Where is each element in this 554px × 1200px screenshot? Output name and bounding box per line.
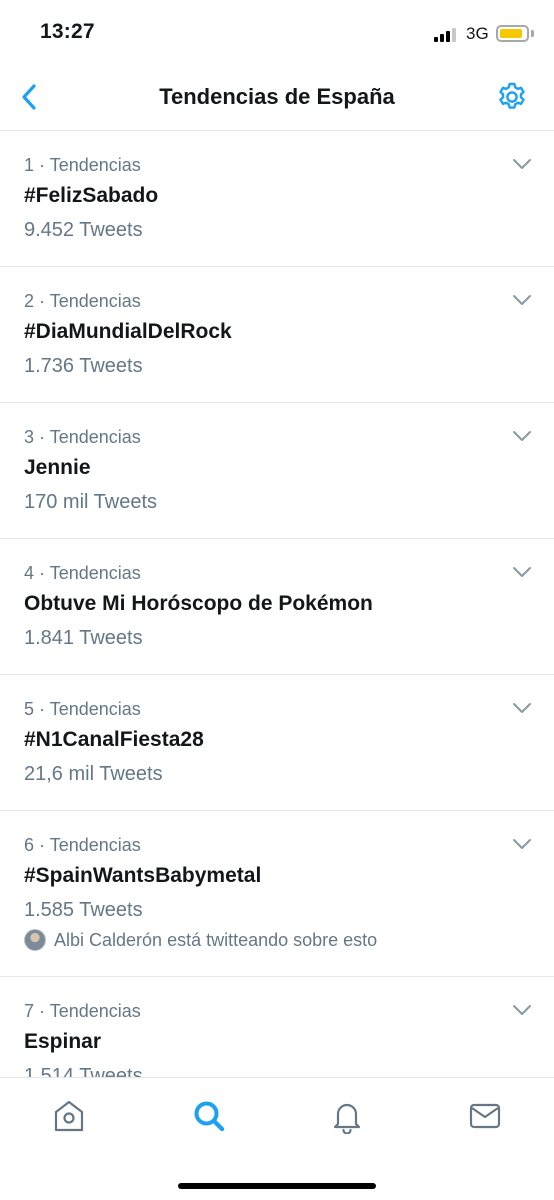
trend-meta: 4 · Tendencias [24, 561, 530, 585]
trend-meta: 7 · Tendencias [24, 999, 530, 1023]
trend-rank: 2 [24, 291, 35, 311]
battery-cap [531, 30, 534, 37]
trend-separator: · [39, 427, 46, 447]
chevron-down-icon[interactable] [512, 1003, 532, 1017]
trend-rank: 1 [24, 155, 35, 175]
trend-separator: · [39, 563, 46, 583]
screen: 13:27 3G Tendencias de España 1 · Tenden… [0, 0, 554, 1200]
trend-rank: 4 [24, 563, 35, 583]
trend-rank: 6 [24, 835, 35, 855]
trend-item[interactable]: 1 · Tendencias #FelizSabado 9.452 Tweets [0, 131, 554, 267]
tab-messages[interactable] [465, 1096, 505, 1136]
trend-name: #FelizSabado [24, 184, 159, 207]
trend-meta: 2 · Tendencias [24, 289, 530, 313]
trend-tweet-count: 1.841 Tweets [24, 627, 143, 649]
trend-name: #N1CanalFiesta28 [24, 728, 204, 751]
trend-rank: 3 [24, 427, 35, 447]
tab-search[interactable] [189, 1096, 229, 1136]
trend-category: Tendencias [49, 699, 141, 719]
trend-separator: · [39, 699, 46, 719]
trend-tweet-count: 170 mil Tweets [24, 491, 158, 513]
home-icon [54, 1100, 84, 1132]
chevron-down-icon[interactable] [512, 293, 532, 307]
network-type: 3G [466, 24, 489, 43]
trend-category: Tendencias [49, 563, 141, 583]
mail-icon [469, 1103, 501, 1129]
trend-meta: 5 · Tendencias [24, 697, 530, 721]
trend-item[interactable]: 6 · Tendencias #SpainWantsBabymetal 1.58… [0, 811, 554, 977]
trend-item[interactable]: 2 · Tendencias #DiaMundialDelRock 1.736 … [0, 267, 554, 403]
trend-meta: 6 · Tendencias [24, 833, 530, 857]
battery-icon [496, 25, 529, 42]
trend-tweet-count: 9.452 Tweets [24, 219, 143, 241]
chevron-down-icon[interactable] [512, 565, 532, 579]
search-icon [194, 1101, 225, 1132]
status-time: 13:27 [40, 20, 95, 43]
trend-category: Tendencias [49, 1001, 141, 1021]
trend-separator: · [39, 291, 46, 311]
trend-meta: 1 · Tendencias [24, 153, 530, 177]
home-indicator[interactable] [178, 1183, 376, 1189]
trend-category: Tendencias [49, 835, 141, 855]
trend-item[interactable]: 4 · Tendencias Obtuve Mi Horóscopo de Po… [0, 539, 554, 675]
avatar [24, 929, 46, 951]
trend-tweet-count: 1.585 Tweets [24, 899, 143, 921]
trend-category: Tendencias [49, 427, 141, 447]
trend-rank: 7 [24, 1001, 35, 1021]
trend-category: Tendencias [49, 155, 141, 175]
chevron-down-icon[interactable] [512, 701, 532, 715]
tab-bar [0, 1077, 554, 1200]
trend-item[interactable]: 3 · Tendencias Jennie 170 mil Tweets [0, 403, 554, 539]
trend-list: 1 · Tendencias #FelizSabado 9.452 Tweets… [0, 131, 554, 1077]
tab-notifications[interactable] [327, 1096, 367, 1136]
trend-rank: 5 [24, 699, 35, 719]
trend-item[interactable]: 7 · Tendencias Espinar 1.514 Tweets [0, 977, 554, 1077]
trend-name: Obtuve Mi Horóscopo de Pokémon [24, 592, 373, 615]
trend-name: #SpainWantsBabymetal [24, 864, 262, 887]
trend-tweet-count: 1.736 Tweets [24, 355, 143, 377]
status-bar: 13:27 3G [0, 0, 554, 66]
tab-home[interactable] [49, 1096, 89, 1136]
trend-separator: · [39, 1001, 46, 1021]
trend-context-text: Albi Calderón está twitteando sobre esto [54, 930, 378, 950]
settings-button[interactable] [494, 79, 530, 115]
trend-context: Albi Calderón está twitteando sobre esto [24, 929, 530, 951]
trend-name: Espinar [24, 1030, 102, 1053]
chevron-down-icon[interactable] [512, 429, 532, 443]
trend-tweet-count: 21,6 mil Tweets [24, 763, 163, 785]
chevron-down-icon[interactable] [512, 837, 532, 851]
chevron-down-icon[interactable] [512, 157, 532, 171]
trend-category: Tendencias [49, 291, 141, 311]
nav-header: Tendencias de España [0, 66, 554, 131]
trend-tweet-count: 1.514 Tweets [24, 1065, 143, 1077]
bell-icon [333, 1103, 361, 1134]
battery-level [500, 29, 522, 38]
trend-separator: · [39, 835, 46, 855]
signal-strength-icon [434, 27, 458, 42]
gear-icon [499, 82, 525, 109]
trend-name: #DiaMundialDelRock [24, 320, 232, 343]
trend-name: Jennie [24, 456, 91, 479]
trend-meta: 3 · Tendencias [24, 425, 530, 449]
trend-item[interactable]: 5 · Tendencias #N1CanalFiesta28 21,6 mil… [0, 675, 554, 811]
page-title: Tendencias de España [159, 84, 395, 109]
trend-separator: · [39, 155, 46, 175]
